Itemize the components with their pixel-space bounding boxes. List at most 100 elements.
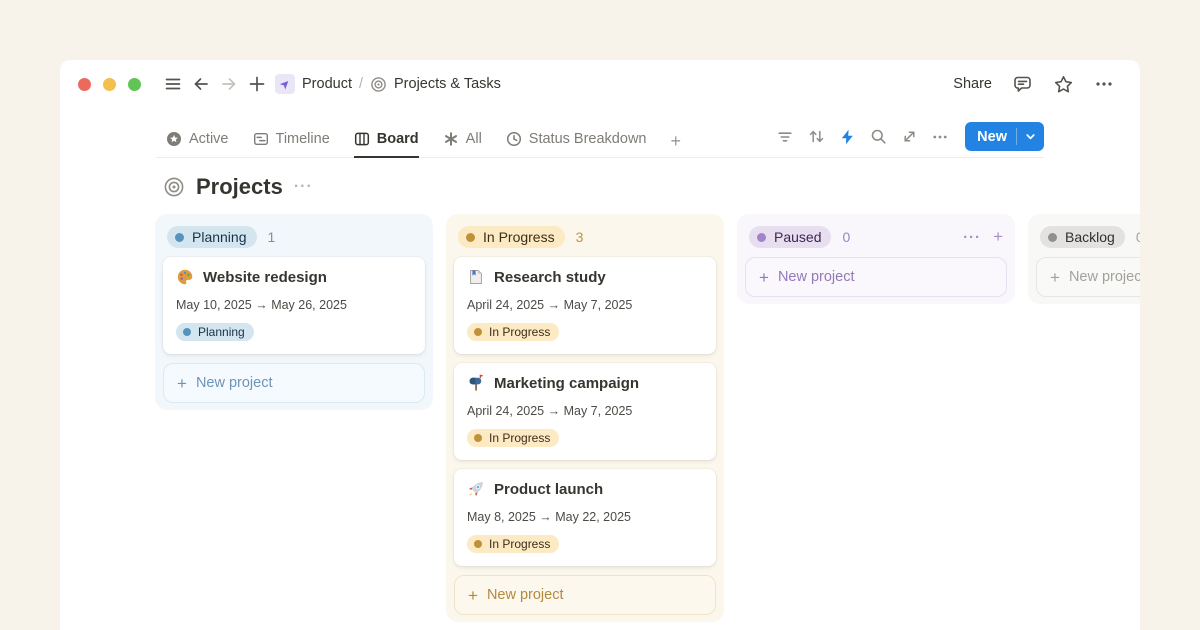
topbar-actions: Share <box>953 74 1114 95</box>
project-card[interactable]: Product launch May 8, 2025 → May 22, 202… <box>454 469 716 566</box>
card-status-badge: In Progress <box>467 429 559 447</box>
share-button[interactable]: Share <box>953 76 992 92</box>
card-title: Marketing campaign <box>494 375 639 392</box>
page-title: Projects <box>196 174 283 200</box>
status-dot <box>466 233 475 242</box>
new-button-label: New <box>965 129 1016 145</box>
filter-icon[interactable] <box>777 129 793 145</box>
column-name: Paused <box>774 229 821 245</box>
favorite-star-icon[interactable] <box>1053 74 1074 95</box>
add-view-plus-icon[interactable]: + <box>670 134 681 157</box>
back-arrow-icon[interactable] <box>187 70 215 98</box>
plus-icon: + <box>177 376 187 391</box>
card-status-badge: In Progress <box>467 535 559 553</box>
automations-bolt-icon[interactable] <box>840 129 855 145</box>
new-project-button[interactable]: + New project <box>745 257 1007 297</box>
close-window-button[interactable] <box>78 78 91 91</box>
palette-emoji <box>176 268 194 286</box>
breadcrumb-page[interactable]: Projects & Tasks <box>394 76 501 92</box>
column-backlog: Backlog 0 + New project <box>1028 214 1140 304</box>
card-date-range: April 24, 2025 → May 7, 2025 <box>467 298 703 312</box>
column-header: Paused 0 ··· + <box>744 221 1008 257</box>
teamspace-arrow-icon[interactable]: ➤ <box>275 74 295 94</box>
status-badge[interactable]: Planning <box>167 226 257 248</box>
more-options-icon[interactable] <box>1094 74 1114 94</box>
search-icon[interactable] <box>870 128 887 145</box>
new-project-button[interactable]: + New project <box>163 363 425 403</box>
new-page-plus-icon[interactable] <box>243 70 271 98</box>
card-title: Website redesign <box>203 269 327 286</box>
window-controls <box>78 78 141 91</box>
minimize-window-button[interactable] <box>103 78 116 91</box>
forward-arrow-icon[interactable] <box>215 70 243 98</box>
project-card[interactable]: Marketing campaign April 24, 2025 → May … <box>454 363 716 460</box>
tab-label: Timeline <box>276 131 330 147</box>
column-paused: Paused 0 ··· + + New project <box>737 214 1015 304</box>
new-button[interactable]: New <box>965 122 1044 151</box>
column-name: In Progress <box>483 229 555 245</box>
view-more-options-icon[interactable] <box>932 129 948 145</box>
new-project-label: New project <box>487 587 564 603</box>
page-title-row: Projects ··· <box>163 174 1044 200</box>
project-card[interactable]: Research study April 24, 2025 → May 7, 2… <box>454 257 716 354</box>
zoom-window-button[interactable] <box>128 78 141 91</box>
status-dot <box>757 233 766 242</box>
column-count: 1 <box>268 229 276 245</box>
tab-active[interactable]: Active <box>166 131 229 158</box>
sort-icon[interactable] <box>808 128 825 145</box>
breadcrumb: ➤ Product / Projects & Tasks <box>275 74 501 94</box>
expand-icon[interactable] <box>902 129 917 144</box>
project-card[interactable]: Website redesign May 10, 2025 → May 26, … <box>163 257 425 354</box>
desktop-background: ➤ Product / Projects & Tasks Share Activ… <box>0 0 1200 630</box>
column-header: Backlog 0 <box>1035 221 1140 257</box>
new-project-button[interactable]: + New project <box>454 575 716 615</box>
plus-icon: + <box>759 270 769 285</box>
comments-icon[interactable] <box>1012 74 1033 95</box>
status-badge[interactable]: Backlog <box>1040 226 1125 248</box>
card-date-range: May 8, 2025 → May 22, 2025 <box>467 510 703 524</box>
window-topbar: ➤ Product / Projects & Tasks Share <box>60 60 1140 106</box>
status-dot <box>474 540 482 548</box>
status-dot <box>474 434 482 442</box>
new-project-button[interactable]: + New project <box>1036 257 1140 297</box>
column-header: Planning 1 <box>162 221 426 257</box>
tab-board[interactable]: Board <box>354 131 419 158</box>
card-status-label: Planning <box>198 325 245 339</box>
column-planning: Planning 1 Website redesign May 10, 2025… <box>155 214 433 410</box>
status-dot <box>183 328 191 336</box>
star-circle-icon <box>166 131 182 147</box>
tab-label: Board <box>377 131 419 147</box>
tab-status-breakdown[interactable]: Status Breakdown <box>506 131 647 158</box>
status-dot <box>175 233 184 242</box>
column-name: Backlog <box>1065 229 1115 245</box>
tab-label: All <box>466 131 482 147</box>
status-badge[interactable]: Paused <box>749 226 831 248</box>
card-status-label: In Progress <box>489 431 550 445</box>
column-more-options-icon[interactable]: ··· <box>963 229 981 246</box>
breadcrumb-team[interactable]: Product <box>302 76 352 92</box>
view-tab-bar: Active Timeline Board All Status Breakdo… <box>156 122 1044 158</box>
app-window: ➤ Product / Projects & Tasks Share Activ… <box>60 60 1140 630</box>
column-add-card-icon[interactable]: + <box>993 227 1003 247</box>
asterisk-icon <box>443 131 459 147</box>
status-badge[interactable]: In Progress <box>458 226 565 248</box>
target-icon <box>370 76 387 93</box>
card-date-range: April 24, 2025 → May 7, 2025 <box>467 404 703 418</box>
new-project-label: New project <box>778 269 855 285</box>
title-more-options-icon[interactable]: ··· <box>294 178 313 196</box>
tab-timeline[interactable]: Timeline <box>253 131 330 158</box>
tab-all[interactable]: All <box>443 131 482 158</box>
rocket-emoji <box>467 480 485 498</box>
view-tabs: Active Timeline Board All Status Breakdo… <box>156 131 681 157</box>
chevron-down-icon[interactable] <box>1017 131 1044 142</box>
column-count: 0 <box>842 229 850 245</box>
card-status-label: In Progress <box>489 325 550 339</box>
bookmark-tabs-emoji <box>467 268 485 286</box>
column-count: 3 <box>576 229 584 245</box>
kanban-board: Planning 1 Website redesign May 10, 2025… <box>155 214 1140 622</box>
mailbox-emoji <box>467 374 485 392</box>
status-dot <box>1048 233 1057 242</box>
card-status-badge: In Progress <box>467 323 559 341</box>
sidebar-menu-icon[interactable] <box>159 70 187 98</box>
card-title: Product launch <box>494 481 603 498</box>
